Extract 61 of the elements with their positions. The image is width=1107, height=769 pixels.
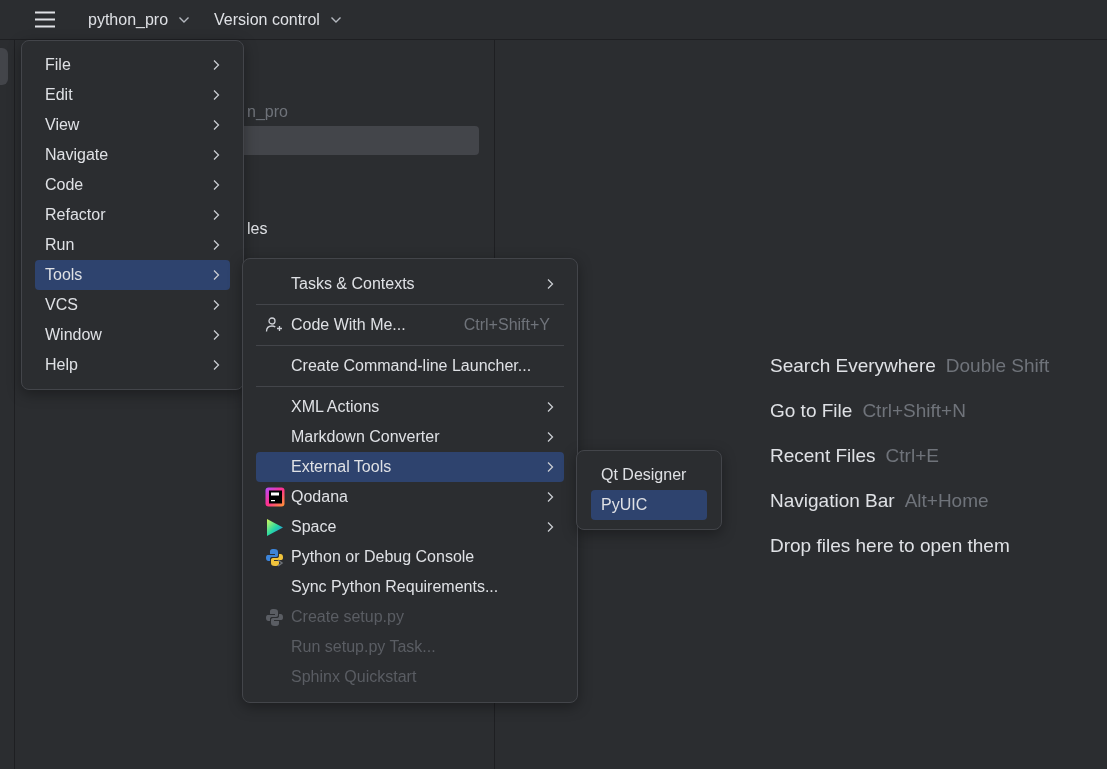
menu-item[interactable]: Run — [35, 230, 230, 260]
hint-action: Go to File — [770, 399, 853, 423]
chevron-right-icon — [212, 59, 220, 71]
chevron-right-icon — [212, 89, 220, 101]
chevron-right-icon — [546, 461, 554, 473]
menu-item[interactable]: View — [35, 110, 230, 140]
menu-item[interactable]: Python or Debug Console — [256, 542, 564, 572]
chevron-right-icon — [546, 521, 554, 533]
person-plus-icon — [265, 316, 283, 334]
chevron-right-icon — [546, 278, 554, 290]
menu-item[interactable]: Code With Me... Ctrl+Shift+Y — [256, 310, 564, 340]
chevron-right-icon — [546, 401, 554, 413]
menu-item[interactable]: Sync Python Requirements... — [256, 572, 564, 602]
tree-item: les — [247, 220, 268, 238]
version-control-selector[interactable]: Version control — [206, 10, 350, 29]
chevron-right-icon — [212, 269, 220, 281]
hint-action: Recent Files — [770, 444, 876, 468]
menu-item[interactable]: Edit — [35, 80, 230, 110]
chevron-right-icon — [212, 239, 220, 251]
chevron-right-icon — [212, 149, 220, 161]
project-selector[interactable]: python_pro — [80, 10, 199, 29]
menu-item[interactable]: File — [35, 50, 230, 80]
menu-item[interactable]: Code — [35, 170, 230, 200]
menu-item[interactable]: Refactor — [35, 200, 230, 230]
chevron-right-icon — [212, 359, 220, 371]
chevron-right-icon — [212, 209, 220, 221]
hint-action: Drop files here to open them — [770, 534, 1010, 558]
hint-shortcut: Ctrl+Shift+N — [862, 399, 966, 423]
chevron-down-icon — [178, 15, 191, 24]
hint-shortcut: Ctrl+E — [885, 444, 939, 468]
menu-icon[interactable] — [34, 11, 56, 28]
project-path: n_pro — [247, 103, 288, 121]
menu-item[interactable]: Help — [35, 350, 230, 380]
qodana-logo-icon — [265, 487, 285, 507]
menu-item[interactable]: Navigate — [35, 140, 230, 170]
chevron-right-icon — [212, 119, 220, 131]
menu-item[interactable]: Qt Designer — [591, 460, 707, 490]
chevron-right-icon — [212, 179, 220, 191]
hint-shortcut: Double Shift — [945, 354, 1050, 378]
menu-item[interactable]: VCS — [35, 290, 230, 320]
space-logo-icon — [265, 517, 284, 537]
menu-item[interactable]: External Tools — [256, 452, 564, 482]
hint-shortcut: Alt+Home — [904, 489, 989, 513]
menu-item[interactable]: Create Command-line Launcher... — [256, 351, 564, 381]
menu-item[interactable]: Tools — [35, 260, 230, 290]
hint-action: Search Everywhere — [770, 354, 936, 378]
chevron-right-icon — [546, 431, 554, 443]
chevron-right-icon — [212, 329, 220, 341]
menu-item[interactable]: Qodana — [256, 482, 564, 512]
hint-action: Navigation Bar — [770, 489, 895, 513]
menu-item[interactable]: Window — [35, 320, 230, 350]
python-console-icon — [265, 547, 284, 567]
menu-item[interactable]: XML Actions — [256, 392, 564, 422]
chevron-down-icon — [329, 15, 342, 24]
chevron-right-icon — [546, 491, 554, 503]
menu-item[interactable]: PyUIC — [591, 490, 707, 520]
python-logo-icon — [265, 607, 284, 627]
menu-item[interactable]: Tasks & Contexts — [256, 269, 564, 299]
menu-item[interactable]: Space — [256, 512, 564, 542]
chevron-right-icon — [212, 299, 220, 311]
menu-item[interactable]: Markdown Converter — [256, 422, 564, 452]
